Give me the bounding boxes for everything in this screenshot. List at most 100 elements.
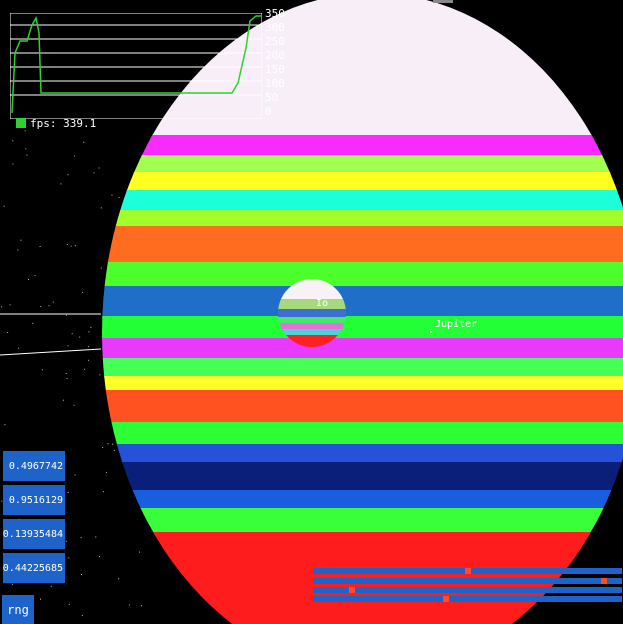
star: [25, 148, 27, 150]
star: [70, 245, 72, 247]
star: [118, 578, 120, 580]
star: [17, 249, 19, 251]
star: [48, 305, 50, 307]
star: [18, 347, 20, 349]
star: [112, 443, 114, 445]
fps-axis: 350 300 250 200 150 100 50 0: [265, 8, 295, 120]
star: [65, 540, 67, 542]
star: [41, 369, 43, 371]
star: [11, 583, 13, 585]
star: [66, 244, 68, 245]
star: [80, 537, 82, 539]
star: [81, 574, 82, 575]
star: [118, 197, 120, 198]
star: [100, 207, 102, 209]
star: [50, 585, 52, 587]
star: [9, 304, 11, 306]
star: [95, 536, 97, 538]
star: [107, 443, 109, 445]
star: [113, 449, 115, 451]
star: [40, 306, 42, 308]
moon-label: Io: [316, 298, 329, 309]
star: [67, 345, 69, 347]
fps-axis-tick: 100: [265, 77, 285, 90]
fps-axis-tick: 250: [265, 35, 285, 48]
slider-thumb[interactable]: [601, 578, 607, 584]
slider-3[interactable]: [313, 587, 622, 593]
star: [65, 314, 67, 316]
star: [7, 332, 9, 333]
value-box-1[interactable]: 0.4967742: [3, 451, 65, 481]
fps-label: fps: 339.1: [30, 116, 97, 130]
star: [12, 163, 14, 165]
fps-axis-tick: 0: [265, 105, 272, 118]
slider-thumb[interactable]: [349, 587, 355, 593]
star: [83, 141, 85, 143]
star: [1, 306, 3, 308]
star: [66, 378, 68, 380]
fps-axis-tick: 350: [265, 7, 285, 20]
star: [102, 491, 104, 493]
slider-1[interactable]: [313, 568, 622, 574]
star: [98, 167, 100, 169]
window-handle: [433, 0, 453, 3]
star: [73, 404, 75, 406]
value-box-3[interactable]: 0.13935484: [3, 519, 65, 549]
fps-readout: fps: 339.1: [16, 116, 96, 130]
fps-axis-tick: 150: [265, 63, 285, 76]
slider-4[interactable]: [313, 596, 622, 602]
star: [102, 447, 104, 448]
star: [60, 183, 62, 185]
star: [82, 291, 84, 293]
star: [88, 331, 90, 333]
star: [67, 174, 69, 176]
star: [65, 372, 67, 374]
planet-label: Jupiter: [435, 319, 478, 330]
star: [12, 140, 14, 142]
star: [67, 492, 69, 493]
star: [62, 399, 64, 401]
star: [74, 155, 76, 157]
star: [74, 245, 76, 247]
star: [26, 154, 28, 156]
slider-thumb[interactable]: [465, 568, 471, 574]
star: [3, 205, 5, 207]
star: [79, 336, 81, 338]
star: [88, 359, 90, 361]
star: [39, 246, 41, 247]
star: [100, 267, 102, 269]
slider-2[interactable]: [313, 578, 622, 584]
star: [99, 374, 101, 376]
star: [139, 551, 140, 553]
value-box-4[interactable]: 0.44225685: [3, 553, 65, 583]
slider-thumb[interactable]: [443, 596, 449, 602]
star: [106, 471, 108, 473]
star: [32, 322, 34, 324]
rng-button[interactable]: rng: [2, 595, 34, 624]
star: [71, 333, 73, 335]
star: [34, 275, 36, 277]
value-box-2[interactable]: 0.9516129: [3, 485, 65, 515]
fps-graph: [10, 13, 262, 119]
star: [40, 598, 41, 600]
star: [87, 346, 89, 348]
star: [28, 279, 29, 280]
jupiter-marker: [430, 331, 432, 333]
fps-legend-swatch: [16, 118, 26, 128]
star: [90, 326, 92, 328]
star: [68, 603, 70, 605]
fps-axis-tick: 200: [265, 49, 285, 62]
star: [128, 604, 130, 606]
star: [99, 556, 100, 558]
fps-axis-tick: 300: [265, 21, 285, 34]
star: [140, 605, 142, 607]
star: [81, 615, 83, 617]
star: [74, 474, 76, 476]
star: [68, 557, 70, 559]
star: [20, 239, 22, 241]
star: [111, 194, 113, 196]
star: [4, 424, 6, 426]
star: [93, 172, 95, 174]
fps-axis-tick: 50: [265, 91, 279, 104]
star: [24, 130, 26, 132]
